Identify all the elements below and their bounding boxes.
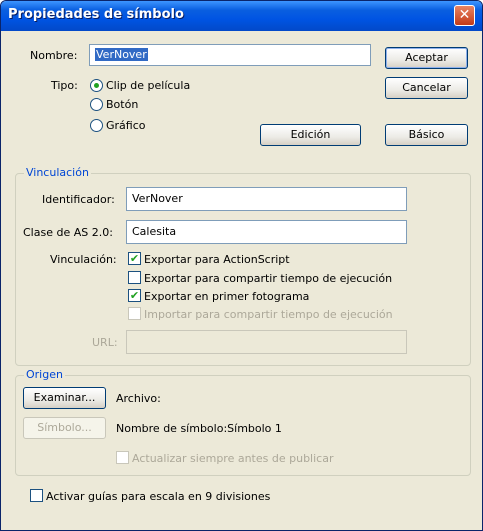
cancelar-button[interactable]: Cancelar <box>385 77 468 99</box>
archivo-label: Archivo: <box>116 392 161 405</box>
title-bar[interactable]: Propiedades de símbolo ✕ <box>1 1 482 31</box>
checkbox-exportar-compartir[interactable] <box>128 271 141 284</box>
origen-group-title: Origen <box>24 368 65 381</box>
nombre-simbolo-text: Nombre de símbolo:Símbolo 1 <box>116 422 282 435</box>
importar-compartir-label: Importar para compartir tiempo de ejecuc… <box>144 308 393 321</box>
identificador-label: Identificador: <box>42 193 115 206</box>
radio-grafico[interactable] <box>90 119 103 132</box>
clase-input[interactable]: Calesita <box>126 220 407 244</box>
exportar-actionscript-label[interactable]: Exportar para ActionScript <box>144 253 290 266</box>
radio-boton[interactable] <box>90 98 103 111</box>
vinculacion-group-title: Vinculación <box>24 166 91 179</box>
exportar-primer-fotograma-label[interactable]: Exportar en primer fotograma <box>144 290 309 303</box>
checkbox-actualizar <box>116 451 129 464</box>
edicion-button[interactable]: Edición <box>260 124 361 146</box>
radio-clip-de-pelicula[interactable] <box>90 79 103 92</box>
aceptar-button[interactable]: Aceptar <box>385 47 468 69</box>
guias-label[interactable]: Activar guías para escala en 9 divisione… <box>46 490 270 503</box>
identificador-input[interactable]: VerNover <box>126 187 407 211</box>
radio-boton-label[interactable]: Botón <box>106 98 138 111</box>
radio-grafico-label[interactable]: Gráfico <box>106 119 146 132</box>
dialog-title: Propiedades de símbolo <box>8 7 184 22</box>
symbol-properties-dialog: Propiedades de símbolo ✕ Nombre: VerNove… <box>0 0 483 531</box>
clase-label: Clase de AS 2.0: <box>23 226 113 239</box>
examinar-button[interactable]: Examinar... <box>23 387 106 409</box>
simbolo-button: Símbolo... <box>23 417 106 439</box>
actualizar-label: Actualizar siempre antes de publicar <box>132 452 334 465</box>
checkbox-importar-compartir <box>128 307 141 320</box>
checkbox-guias-9-divisiones[interactable] <box>30 489 43 502</box>
basico-button[interactable]: Básico <box>385 124 468 146</box>
vinculacion-label: Vinculación: <box>50 253 117 266</box>
close-icon: ✕ <box>458 7 471 23</box>
checkbox-exportar-primer-fotograma[interactable]: ✔ <box>128 289 141 302</box>
url-input <box>126 330 407 354</box>
radio-clip-label[interactable]: Clip de película <box>106 79 190 92</box>
tipo-label: Tipo: <box>51 79 78 92</box>
nombre-input[interactable]: VerNover <box>89 44 371 66</box>
nombre-value: VerNover <box>95 48 148 61</box>
nombre-label: Nombre: <box>30 49 78 62</box>
checkbox-exportar-actionscript[interactable]: ✔ <box>128 252 141 265</box>
url-label: URL: <box>92 336 118 349</box>
exportar-compartir-label[interactable]: Exportar para compartir tiempo de ejecuc… <box>144 272 392 285</box>
close-button[interactable]: ✕ <box>454 5 475 26</box>
radio-selected-dot <box>94 83 99 88</box>
